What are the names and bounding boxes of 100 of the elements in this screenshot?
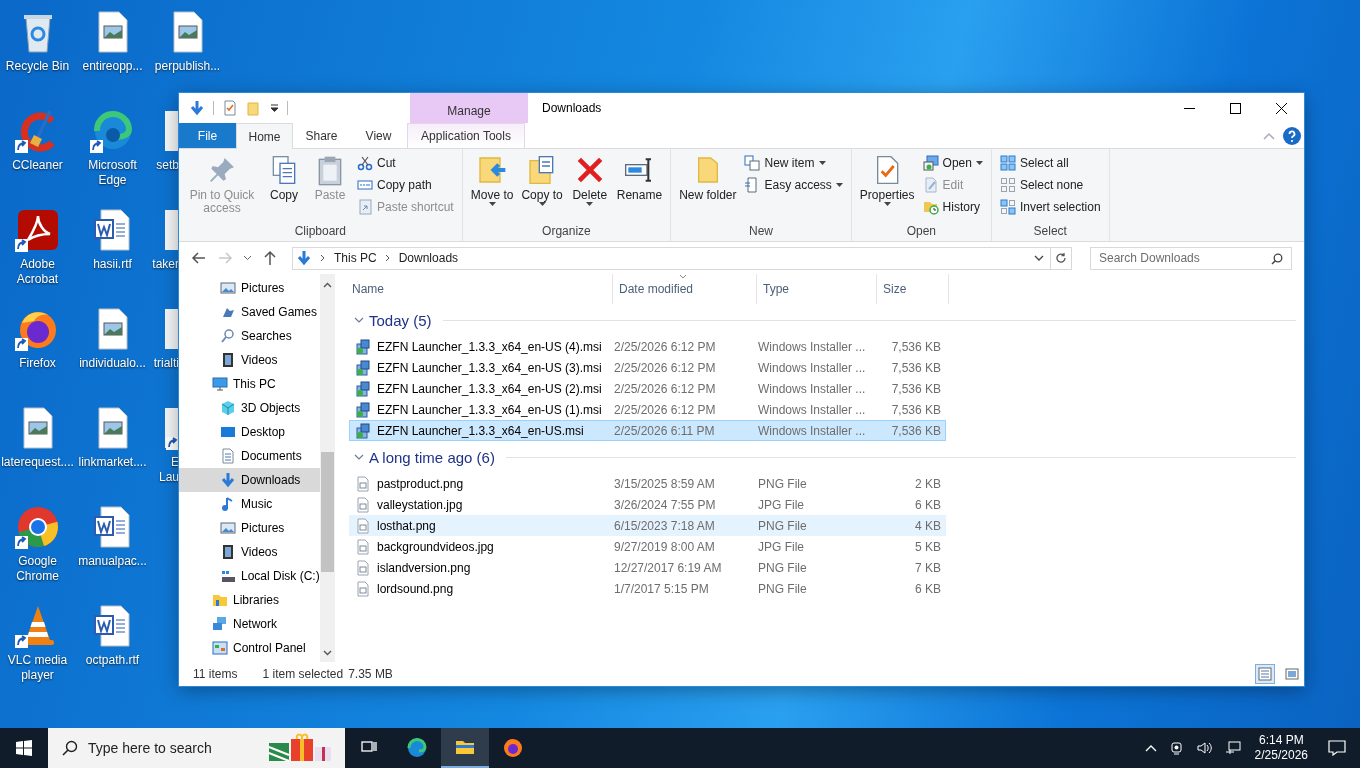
scroll-down-icon[interactable] xyxy=(322,650,332,656)
desktop-icon-label[interactable]: CCleaner xyxy=(12,158,63,173)
desktop-icon-label[interactable]: entireopp... xyxy=(82,59,143,74)
ribbon-button[interactable]: Select all xyxy=(996,152,1104,174)
notification-icon[interactable] xyxy=(1328,740,1346,756)
navigation-item[interactable]: Music xyxy=(179,492,320,516)
navigation-item[interactable]: Documents xyxy=(179,444,320,468)
navigation-item[interactable]: Local Disk (C:) xyxy=(179,564,320,588)
collapse-chevron-icon[interactable] xyxy=(354,453,364,461)
navigation-item[interactable]: Libraries xyxy=(179,588,320,612)
ribbon-button[interactable]: Cut xyxy=(354,152,457,174)
navigation-item[interactable]: Downloads xyxy=(179,468,320,492)
desktop-icon-label[interactable]: Firefox xyxy=(19,356,56,371)
search-field[interactable]: Search Downloads xyxy=(1090,246,1292,270)
ribbon-tab[interactable]: File xyxy=(179,123,236,148)
ribbon-button[interactable]: Invert selection xyxy=(996,196,1104,218)
up-icon[interactable] xyxy=(262,250,278,266)
ribbon-button[interactable]: History xyxy=(919,196,986,218)
navigation-item[interactable]: Pictures xyxy=(179,276,320,300)
ribbon-button[interactable]: Copy to xyxy=(518,152,566,223)
back-icon[interactable] xyxy=(191,250,207,266)
column-header[interactable]: Type xyxy=(757,274,877,304)
navigation-item[interactable]: Videos xyxy=(179,540,320,564)
desktop-icon-label[interactable]: setb xyxy=(150,158,179,173)
group-header[interactable]: A long time ago (6) xyxy=(369,448,495,466)
file-row[interactable]: pastproduct.png 3/15/2025 8:59 AM PNG File 2 KB xyxy=(349,473,946,494)
file-row[interactable]: EZFN Launcher_1.3.3_x64_en-US (1).msi 2/25/2026 6:12 PM Windows Installer ... 7,536 KB xyxy=(349,399,946,420)
ribbon-button[interactable]: Open xyxy=(919,152,986,174)
navigation-item[interactable]: 3D Objects xyxy=(179,396,320,420)
ribbon-button[interactable]: Delete xyxy=(567,152,612,223)
taskbar-app-button[interactable] xyxy=(441,728,489,768)
file-row[interactable]: backgroundvideos.jpg 9/27/2019 8:00 AM JPG File 5 KB xyxy=(349,536,946,557)
desktop-icon-label[interactable]: VLC media player xyxy=(0,653,75,683)
breadcrumb[interactable]: Downloads xyxy=(398,251,459,265)
desktop-icon-label[interactable]: hasii.rtf xyxy=(93,257,132,272)
recent-caret-icon[interactable] xyxy=(243,255,252,261)
help-icon[interactable] xyxy=(1283,126,1301,145)
desktop-icon-label[interactable]: individualo... xyxy=(79,356,146,371)
column-header[interactable]: Size xyxy=(877,274,949,304)
ribbon-button[interactable]: New item xyxy=(741,152,846,174)
ribbon-button[interactable]: Copy xyxy=(262,152,306,223)
volume-icon[interactable] xyxy=(1196,740,1213,756)
file-row[interactable]: lordsound.png 1/7/2017 5:15 PM PNG File 6 KB xyxy=(349,578,946,599)
desktop-icon-label[interactable]: Google Chrome xyxy=(0,554,75,584)
navigation-item[interactable]: Desktop xyxy=(179,420,320,444)
ribbon-button[interactable]: Properties xyxy=(856,152,918,223)
desktop-icon-label[interactable]: E Lau xyxy=(150,455,179,485)
desktop-icon-label[interactable]: linkmarket.... xyxy=(78,455,147,470)
desktop-icon-label[interactable]: trialti xyxy=(150,356,179,371)
ribbon-tab[interactable]: Share xyxy=(293,123,350,148)
file-row[interactable]: losthat.png 6/15/2023 7:18 AM PNG File 4 KB xyxy=(349,515,946,536)
column-header[interactable]: Date modified xyxy=(613,274,757,304)
scroll-thumb[interactable] xyxy=(320,452,334,572)
desktop-icon-label[interactable]: Adobe Acrobat xyxy=(0,257,75,287)
camera-icon[interactable] xyxy=(1168,740,1185,756)
taskbar-search-field[interactable]: Type here to search xyxy=(48,728,345,768)
navigation-item[interactable]: This PC xyxy=(179,372,320,396)
address-bar[interactable]: This PC Downloads xyxy=(292,246,1051,270)
desktop-icon-label[interactable]: Recycle Bin xyxy=(5,59,70,74)
ribbon-button[interactable]: Copy path xyxy=(354,174,457,196)
navigation-item[interactable]: Network xyxy=(179,612,320,636)
desktop-icon-label[interactable]: laterequest.... xyxy=(1,455,74,470)
clock[interactable]: 6:14 PM 2/25/2026 xyxy=(1254,733,1308,763)
navigation-item[interactable]: Searches xyxy=(179,324,320,348)
desktop-icon-label[interactable]: manualpac... xyxy=(78,554,147,569)
ribbon-button[interactable]: New folder xyxy=(676,152,740,223)
refresh-button[interactable] xyxy=(1050,246,1072,270)
ribbon-button[interactable]: Rename xyxy=(613,152,666,223)
ribbon-tab[interactable]: Application Tools xyxy=(407,123,525,148)
group-header[interactable]: Today (5) xyxy=(369,311,432,329)
breadcrumb[interactable]: This PC xyxy=(334,251,377,265)
properties-icon[interactable] xyxy=(222,100,238,116)
navigation-item[interactable]: Control Panel xyxy=(179,636,320,660)
file-row[interactable]: EZFN Launcher_1.3.3_x64_en-US (3).msi 2/25/2026 6:12 PM Windows Installer ... 7,536 KB xyxy=(349,357,946,378)
ribbon-tab[interactable]: View xyxy=(350,123,407,148)
download-icon[interactable] xyxy=(189,100,205,116)
file-row[interactable]: EZFN Launcher_1.3.3_x64_en-US (4).msi 2/25/2026 6:12 PM Windows Installer ... 7,536 KB xyxy=(349,336,946,357)
scroll-up-icon[interactable] xyxy=(322,282,332,288)
ribbon-button[interactable]: Easy access xyxy=(741,174,846,196)
ribbon-button[interactable]: Select none xyxy=(996,174,1104,196)
ribbon-tab[interactable]: Home xyxy=(236,123,293,149)
file-row[interactable]: islandversion.png 12/27/2017 6:19 AM PNG File 7 KB xyxy=(349,557,946,578)
navigation-item[interactable]: Videos xyxy=(179,348,320,372)
dropdown-chevron-icon[interactable] xyxy=(1034,255,1044,261)
ribbon-button[interactable]: Move to xyxy=(467,152,517,223)
customize-caret-icon[interactable] xyxy=(270,104,279,112)
navigation-item[interactable]: Saved Games xyxy=(179,300,320,324)
desktop-icon-label[interactable]: Microsoft Edge xyxy=(75,158,150,188)
desktop-icon-label[interactable]: octpath.rtf xyxy=(85,653,140,668)
collapse-chevron-icon[interactable] xyxy=(354,316,364,324)
network-icon[interactable] xyxy=(1224,740,1241,756)
desktop-icon-label[interactable]: taker xyxy=(150,257,179,272)
navigation-item[interactable]: Pictures xyxy=(179,516,320,540)
column-header[interactable]: Name xyxy=(349,274,613,304)
file-row[interactable]: EZFN Launcher_1.3.3_x64_en-US (2).msi 2/25/2026 6:12 PM Windows Installer ... 7,536 KB xyxy=(349,378,946,399)
file-row[interactable]: valleystation.jpg 3/26/2024 7:55 PM JPG File 6 KB xyxy=(349,494,946,515)
scrollbar[interactable] xyxy=(319,274,335,662)
file-row[interactable]: EZFN Launcher_1.3.3_x64_en-US.msi 2/25/2026 6:11 PM Windows Installer ... 7,536 KB xyxy=(349,420,946,441)
desktop-icon-label[interactable]: perpublish... xyxy=(154,59,221,74)
tray-chevron-icon[interactable] xyxy=(1144,744,1157,752)
